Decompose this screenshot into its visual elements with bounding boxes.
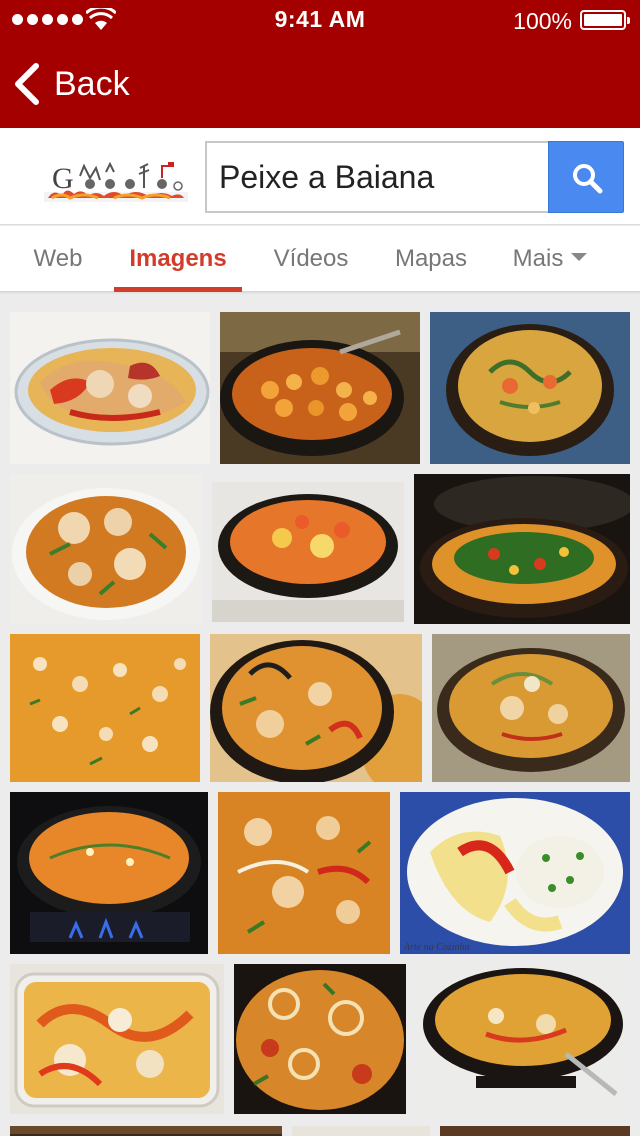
image-result[interactable] xyxy=(10,474,202,624)
watermark-text: Arte na Cozinha xyxy=(403,942,470,953)
navigation-bar: Back xyxy=(0,40,640,128)
image-result[interactable] xyxy=(210,634,422,782)
dish-photo xyxy=(210,634,422,782)
image-result[interactable] xyxy=(10,964,224,1114)
image-result[interactable] xyxy=(212,482,404,622)
dish-photo xyxy=(432,634,630,782)
image-result[interactable] xyxy=(440,1126,630,1136)
tab-more[interactable]: Mais xyxy=(500,226,600,292)
tab-images[interactable]: Imagens xyxy=(114,226,242,292)
image-result[interactable] xyxy=(220,312,420,464)
image-result[interactable] xyxy=(10,792,208,954)
google-doodle-logo[interactable]: G xyxy=(44,158,188,204)
image-result[interactable] xyxy=(10,1126,282,1136)
search-field[interactable] xyxy=(205,141,549,213)
dish-photo xyxy=(10,474,202,624)
dish-photo xyxy=(10,1126,282,1136)
dish-photo xyxy=(220,312,420,464)
dish-photo xyxy=(416,964,630,1114)
dish-photo: Arte na Cozinha xyxy=(400,792,630,954)
tab-videos-label: Vídeos xyxy=(273,245,349,272)
image-result[interactable]: Arte na Cozinha xyxy=(400,792,630,954)
back-button[interactable]: Back xyxy=(12,62,130,106)
search-input[interactable] xyxy=(219,143,539,211)
dish-photo xyxy=(212,482,404,622)
dish-photo xyxy=(218,792,390,954)
tab-web[interactable]: Web xyxy=(18,226,98,292)
image-result[interactable] xyxy=(416,964,630,1114)
dish-photo xyxy=(430,312,630,464)
tab-maps[interactable]: Mapas xyxy=(380,226,482,292)
tab-maps-label: Mapas xyxy=(394,245,468,272)
status-bar: 9:41 AM 100% xyxy=(0,0,640,40)
search-type-tabs: Web Imagens Vídeos Mapas Mais xyxy=(0,226,640,292)
battery-icon xyxy=(580,10,630,30)
image-result[interactable] xyxy=(10,312,210,464)
app-header: 9:41 AM 100% Back xyxy=(0,0,640,128)
dish-photo xyxy=(10,964,224,1114)
search-button[interactable] xyxy=(548,141,624,213)
image-result[interactable] xyxy=(432,634,630,782)
dish-photo xyxy=(10,634,200,782)
caret-down-icon xyxy=(571,252,588,261)
battery-percentage: 100% xyxy=(513,8,572,34)
tab-images-label: Imagens xyxy=(129,245,227,272)
search-icon xyxy=(573,164,603,194)
image-result[interactable] xyxy=(430,312,630,464)
tab-videos[interactable]: Vídeos xyxy=(260,226,362,292)
dish-photo xyxy=(440,1126,630,1136)
tab-more-label: Mais xyxy=(512,245,564,272)
image-result[interactable] xyxy=(292,1126,430,1136)
tab-web-label: Web xyxy=(33,245,83,272)
image-result[interactable] xyxy=(218,792,390,954)
image-result[interactable] xyxy=(10,634,200,782)
svg-text:G: G xyxy=(52,162,74,195)
dish-photo xyxy=(414,474,630,624)
chevron-left-icon xyxy=(15,63,39,105)
dish-photo xyxy=(10,792,208,954)
image-result[interactable] xyxy=(234,964,406,1114)
image-results-grid: Arte na Cozinha xyxy=(0,292,640,1136)
dish-photo xyxy=(292,1126,430,1136)
back-label: Back xyxy=(54,64,130,103)
dish-photo xyxy=(234,964,406,1114)
image-result[interactable] xyxy=(414,474,630,624)
dish-photo xyxy=(10,312,210,464)
